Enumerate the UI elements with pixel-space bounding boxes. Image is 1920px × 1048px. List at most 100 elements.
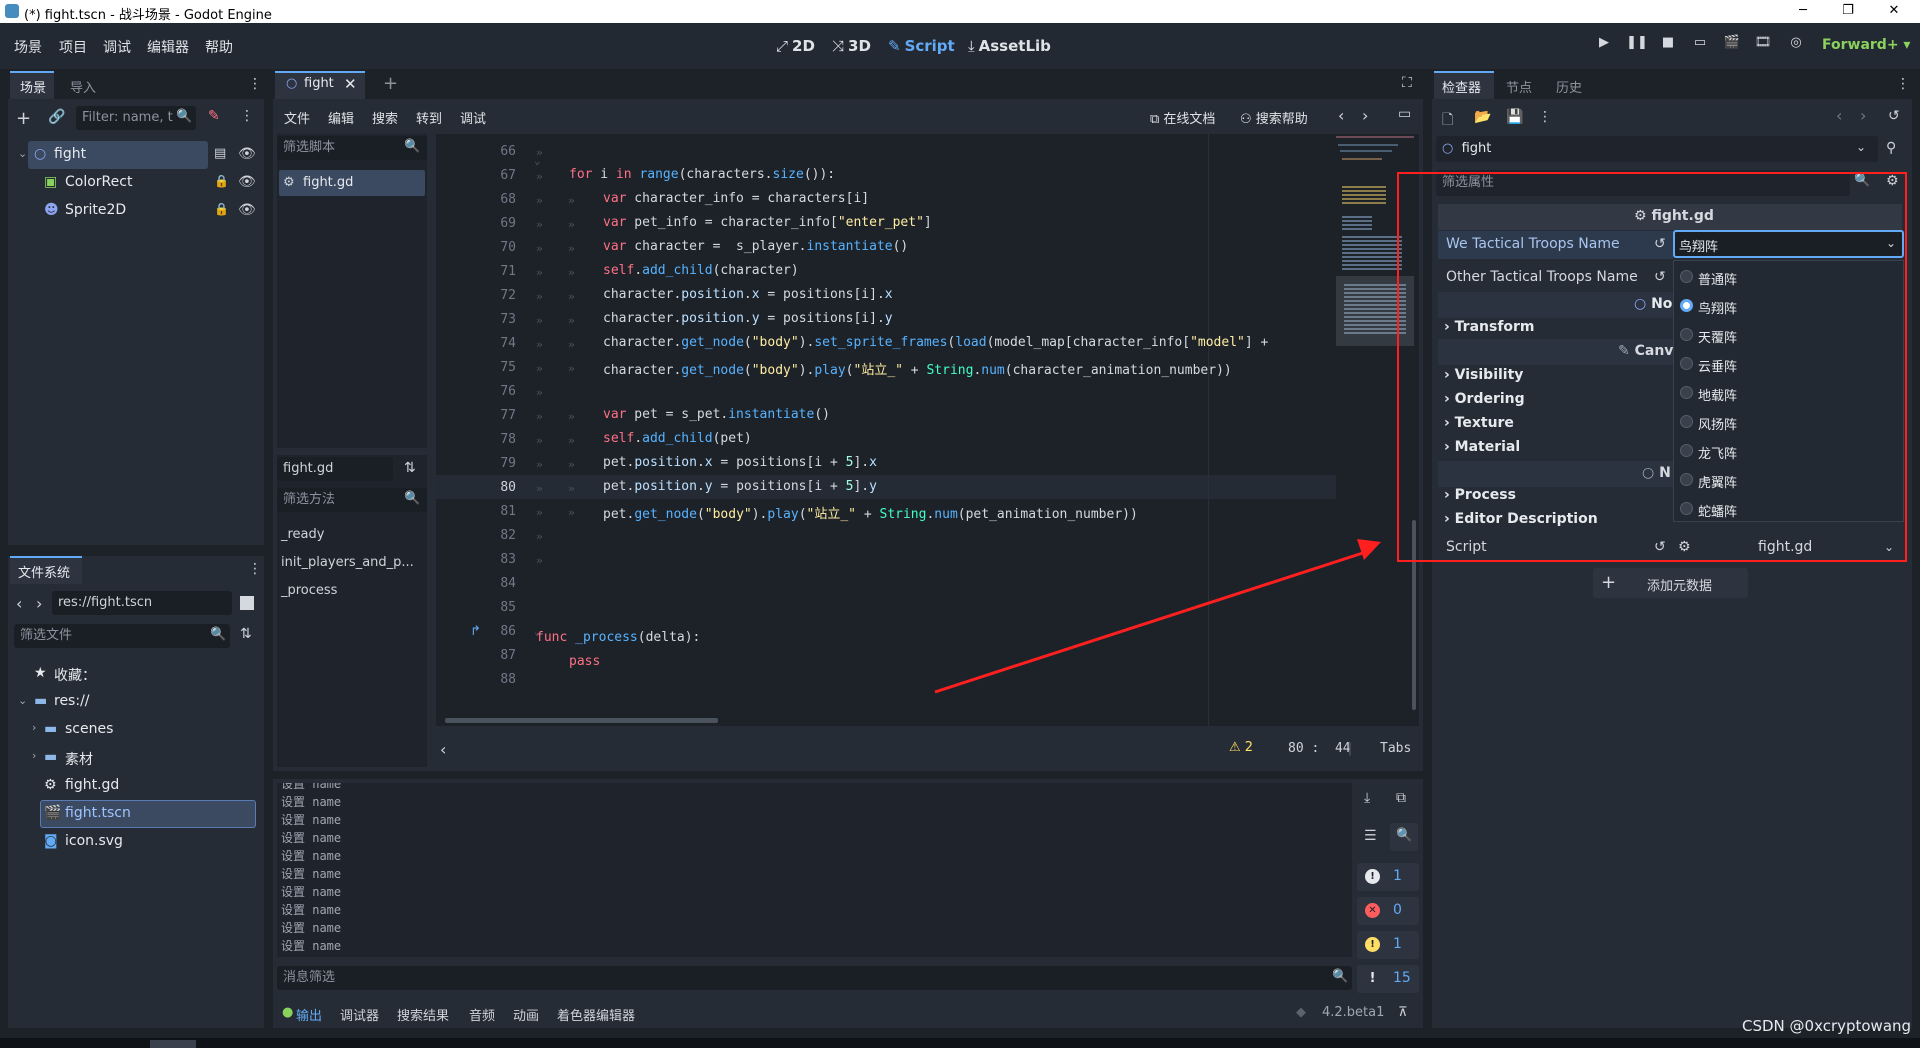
method-item[interactable]: init_players_and_p... <box>281 555 414 570</box>
play-custom-scene-icon[interactable]: 🎞 <box>1752 35 1774 57</box>
indent-mode[interactable]: Tabs <box>1380 741 1411 756</box>
object-properties-icon[interactable]: ⚲ <box>1886 140 1896 156</box>
open-folder-icon[interactable]: 📂 <box>1474 109 1491 125</box>
inspector-options-icon[interactable]: ⋮ <box>1538 109 1552 125</box>
script-menu-goto[interactable]: 转到 <box>416 108 442 127</box>
distraction-free-icon[interactable]: ⛶ <box>1402 75 1412 91</box>
menu-project[interactable]: 项目 <box>59 37 87 57</box>
script-attached-icon[interactable]: ▤ <box>214 146 226 161</box>
folder-res[interactable]: res:// <box>54 693 90 709</box>
workspace-3d[interactable]: ⤨ 3D <box>832 37 871 55</box>
error-count-button[interactable]: ✕ 0 <box>1357 897 1419 925</box>
file-filter-input[interactable]: 筛选文件 <box>14 624 230 648</box>
tab-scene[interactable]: 场景 <box>20 77 46 96</box>
tab-history[interactable]: 历史 <box>1556 77 1582 96</box>
bottom-tab-search-results[interactable]: 搜索结果 <box>397 1005 449 1024</box>
forward-icon[interactable]: › <box>36 594 42 613</box>
new-resource-icon[interactable]: 🗋 <box>1442 109 1453 133</box>
toggle-panel-icon[interactable]: ▭ <box>1398 106 1411 122</box>
prev-script-icon[interactable]: ‹ <box>1338 106 1344 125</box>
search-help-button[interactable]: ⚇ 搜索帮助 <box>1240 108 1308 127</box>
message-filter-input[interactable]: 消息筛选 <box>277 966 1352 990</box>
pause-icon[interactable]: ❚❚ <box>1626 35 1648 57</box>
workspace-assetlib[interactable]: ⤓ AssetLib <box>968 37 1051 55</box>
search-icon[interactable]: 🔍 <box>1396 828 1412 843</box>
sort-icon[interactable]: ⇅ <box>404 460 416 476</box>
minimize-button[interactable]: ─ <box>1783 1 1823 21</box>
tree-node-sprite2d[interactable]: Sprite2D <box>65 202 126 218</box>
bottom-tab-shader-editor[interactable]: 着色器编辑器 <box>557 1005 635 1024</box>
play-icon[interactable]: ▶ <box>1593 35 1615 57</box>
attach-script-icon[interactable]: ✎ <box>208 108 220 124</box>
script-list-item[interactable]: fight.gd <box>303 175 353 190</box>
scene-options-icon[interactable]: ⋮ <box>240 108 254 124</box>
expand-bottom-panel-icon[interactable]: ⊼ <box>1398 1005 1408 1020</box>
lock-icon[interactable]: 🔒 <box>214 202 229 216</box>
expand-arrow-icon[interactable]: › <box>32 749 36 762</box>
stop-icon[interactable]: ■ <box>1657 35 1679 57</box>
collapse-arrow-icon[interactable]: ⌄ <box>18 694 27 707</box>
warnings-count[interactable]: ⚠ 2 <box>1229 740 1253 755</box>
tab-node[interactable]: 节点 <box>1506 77 1532 96</box>
toggle-scripts-panel-icon[interactable]: ‹ <box>440 740 446 759</box>
favorites-label[interactable]: 收藏： <box>54 665 96 685</box>
menu-editor[interactable]: 编辑器 <box>147 37 189 57</box>
workspace-script[interactable]: ✎ Script <box>888 37 955 55</box>
horizontal-scrollbar[interactable] <box>445 718 718 723</box>
lock-icon[interactable]: 🔒 <box>214 174 229 188</box>
collapse-arrow-icon[interactable]: ⌄ <box>18 147 27 160</box>
message-count-button[interactable]: ! 1 <box>1357 863 1419 891</box>
split-view-icon[interactable] <box>240 596 254 610</box>
script-menu-debug[interactable]: 调试 <box>460 108 486 127</box>
online-docs-button[interactable]: ⧉ 在线文档 <box>1150 108 1215 127</box>
copy-icon[interactable]: ⧉ <box>1396 790 1406 806</box>
link-icon[interactable]: 🔗 <box>48 109 65 125</box>
tab-fight[interactable]: fight <box>304 76 334 91</box>
visibility-eye-icon[interactable]: 👁 <box>238 174 256 190</box>
maximize-button[interactable]: ❐ <box>1828 1 1868 21</box>
script-menu-edit[interactable]: 编辑 <box>328 108 354 127</box>
add-node-icon[interactable]: + <box>16 108 31 129</box>
tab-inspector[interactable]: 检查器 <box>1442 77 1481 96</box>
back-icon[interactable]: ‹ <box>1836 106 1842 125</box>
bottom-tab-debugger[interactable]: 调试器 <box>340 1005 379 1024</box>
movie-maker-icon[interactable]: ◎ <box>1785 35 1807 57</box>
menu-debug[interactable]: 调试 <box>103 37 131 57</box>
file-fight-gd[interactable]: fight.gd <box>65 777 119 793</box>
add-metadata-button[interactable]: + 添加元数据 <box>1593 568 1748 598</box>
tab-filesystem[interactable]: 文件系统 <box>18 562 70 581</box>
next-script-icon[interactable]: › <box>1362 106 1368 125</box>
bottom-tab-animation[interactable]: 动画 <box>513 1005 539 1024</box>
expand-arrow-icon[interactable]: › <box>32 721 36 734</box>
folder-assets[interactable]: 素材 <box>65 749 93 769</box>
dock-menu-icon[interactable]: ⋮ <box>248 561 262 577</box>
file-fight-tscn[interactable]: fight.tscn <box>65 805 131 821</box>
total-count-button[interactable]: ǃ 15 <box>1357 965 1419 993</box>
visibility-eye-icon[interactable]: 👁 <box>238 146 256 162</box>
collapse-lines-icon[interactable]: ☰ <box>1364 828 1377 844</box>
bottom-tab-audio[interactable]: 音频 <box>469 1005 495 1024</box>
script-menu-search[interactable]: 搜索 <box>372 108 398 127</box>
menu-help[interactable]: 帮助 <box>205 37 233 57</box>
dock-menu-icon[interactable]: ⋮ <box>248 76 262 92</box>
dock-menu-icon[interactable]: ⋮ <box>1896 76 1910 92</box>
sort-icon[interactable]: ⇅ <box>240 626 252 642</box>
workspace-2d[interactable]: ⤢ 2D <box>776 37 815 55</box>
close-tab-icon[interactable]: ✕ <box>344 75 357 93</box>
file-icon-svg[interactable]: icon.svg <box>65 833 123 849</box>
tree-node-fight[interactable]: fight <box>54 146 86 162</box>
warning-count-button[interactable]: ! 1 <box>1357 931 1419 959</box>
visibility-eye-icon[interactable]: 👁 <box>238 202 256 218</box>
remote-debug-icon[interactable]: ▭ <box>1689 35 1711 57</box>
back-icon[interactable]: ‹ <box>16 594 22 613</box>
add-tab-icon[interactable]: + <box>383 73 398 94</box>
forward-icon[interactable]: › <box>1860 106 1866 125</box>
renderer-select[interactable]: Forward+ ▾ <box>1822 37 1910 53</box>
script-menu-file[interactable]: 文件 <box>284 108 310 127</box>
close-window-button[interactable]: ✕ <box>1874 1 1914 21</box>
inspected-node-select[interactable]: ○ fight <box>1436 136 1878 162</box>
play-scene-icon[interactable]: 🎬 <box>1721 35 1743 57</box>
tab-import[interactable]: 导入 <box>70 77 96 96</box>
filesystem-path-input[interactable]: res://fight.tscn <box>52 591 232 615</box>
history-icon[interactable]: ↺ <box>1888 108 1900 124</box>
